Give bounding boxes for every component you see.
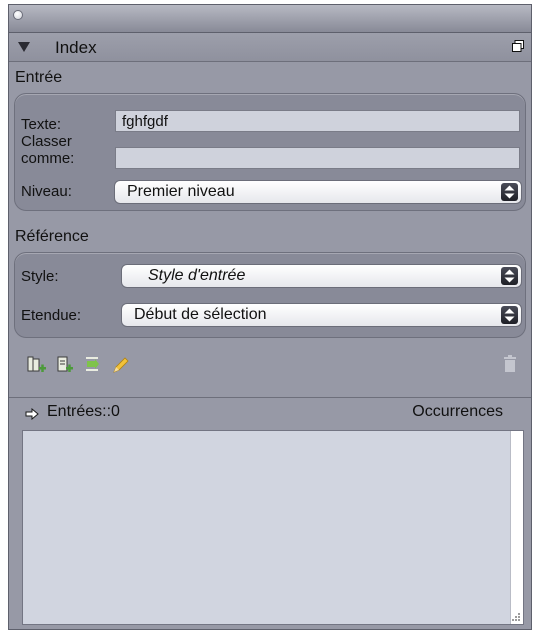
entries-count-label: Entrées::0 [47,403,120,420]
trash-icon[interactable] [503,355,517,373]
index-palette: Index Entrée Texte: Classer comme: Nivea… [8,4,532,630]
new-page-reference-icon[interactable] [55,355,75,375]
niveau-select[interactable]: Premier niveau [114,180,522,204]
panel-title: Index [55,38,97,57]
etendue-label: Etendue: [21,307,82,324]
update-preview-icon[interactable] [83,355,103,375]
style-select-value: Style d'entrée [148,267,246,284]
edit-pencil-icon[interactable] [111,355,131,375]
entree-group: Texte: Classer comme: Niveau: Premier ni… [14,93,526,211]
collapse-triangle-icon[interactable] [18,42,30,52]
close-dot-icon[interactable] [13,10,23,20]
classer-label-line2: comme: [21,150,75,167]
list-scrollbar[interactable] [510,431,523,624]
classer-comme-input[interactable] [115,147,520,169]
texte-input[interactable] [115,110,520,132]
go-to-entry-arrow-icon[interactable] [25,408,39,420]
palette-titlebar[interactable] [9,5,531,33]
etendue-select[interactable]: Début de sélection [121,303,522,327]
etendue-select-value: Début de sélection [134,306,267,323]
reference-section-label: Référence [15,228,89,245]
entree-section-label: Entrée [15,69,63,86]
panel-menu-icon[interactable] [512,40,524,52]
select-arrows-icon [501,267,518,285]
reference-group: Style: Style d'entrée Etendue: Début de … [14,252,526,338]
style-label: Style: [21,268,59,285]
entries-list[interactable] [22,430,524,625]
niveau-select-value: Premier niveau [127,183,235,200]
select-arrows-icon [501,183,518,201]
resize-grip-icon[interactable] [511,612,521,622]
index-panel-header[interactable]: Index [9,33,531,62]
style-select[interactable]: Style d'entrée [121,264,522,288]
classer-label-line1: Classer [21,133,72,150]
occurrences-column-header[interactable]: Occurrences [412,403,503,421]
texte-label: Texte: [21,116,62,133]
list-header: Entrées::0 Occurrences [9,398,531,428]
select-arrows-icon [501,306,518,324]
new-entry-icon[interactable] [27,355,47,375]
niveau-label: Niveau: [21,183,72,200]
